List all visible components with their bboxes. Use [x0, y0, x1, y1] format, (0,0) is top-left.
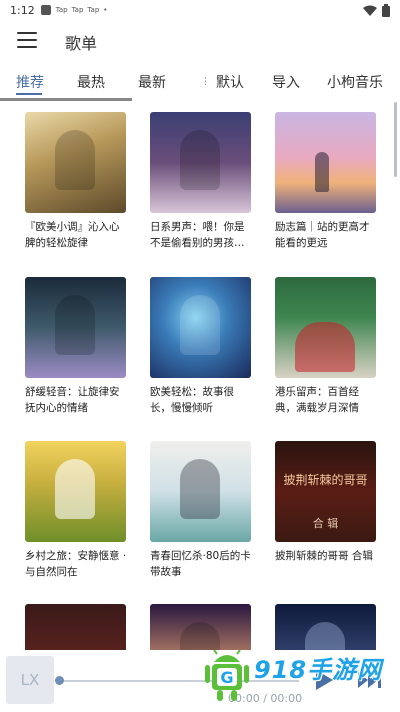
playlist-card[interactable]: 乡村之旅：安静惬意 · 与自然同在	[25, 441, 129, 580]
status-time: 1:12	[10, 3, 35, 17]
playlist-cover	[25, 112, 126, 213]
playlist-title: 励志篇｜站的更高才能看的更远	[275, 221, 370, 249]
playlist-cover	[150, 441, 251, 542]
playlist-card[interactable]: 披荆斩棘的哥哥 合 辑 披荆斩棘的哥哥 合辑	[275, 441, 379, 580]
app-notification-icon	[40, 5, 51, 15]
playlist-cover	[275, 277, 376, 378]
playlist-title: 欧美轻松：故事很长，慢慢倾听	[150, 386, 234, 414]
tab-divider: ⋮	[201, 77, 210, 87]
tab-source[interactable]: 小枸音乐	[327, 72, 383, 92]
playlist-card[interactable]: 青春回忆杀·80后的卡带故事	[150, 441, 254, 580]
playlist-card[interactable]: 『欧美小调』沁入心脾的轻松旋律	[25, 112, 129, 251]
playlist-card[interactable]: 港乐留声：百首经典，满载岁月深情	[275, 277, 379, 416]
playlist-cover	[25, 277, 126, 378]
playlist-card[interactable]: 日系男声：喂！你是不是偷看别的男孩…	[150, 112, 254, 251]
progress-handle[interactable]	[55, 676, 64, 685]
cover-title-text: 披荆斩棘的哥哥	[283, 473, 368, 487]
tab-scroll-indicator	[0, 98, 132, 101]
status-notification: Tap	[71, 6, 84, 14]
playlist-cover: 披荆斩棘的哥哥 合 辑	[275, 441, 376, 542]
playlist-cover	[275, 112, 376, 213]
playlist-title: 青春回忆杀·80后的卡带故事	[150, 550, 251, 578]
tab-import[interactable]: 导入	[272, 72, 300, 92]
progress-bar[interactable]	[59, 680, 299, 682]
status-notification: Tap	[55, 6, 68, 14]
tab-recommend[interactable]: 推荐	[16, 72, 44, 92]
playlist-title: 『欧美小调』沁入心脾的轻松旋律	[25, 221, 120, 249]
playlist-card[interactable]: 励志篇｜站的更高才能看的更远	[275, 112, 379, 251]
cover-subtitle-text: 合 辑	[312, 517, 339, 530]
tab-hot[interactable]: 最热	[77, 72, 105, 92]
tab-latest[interactable]: 最新	[138, 72, 166, 92]
playlist-title: 乡村之旅：安静惬意 · 与自然同在	[25, 550, 127, 578]
playlist-card[interactable]: 舒缓轻音：让旋律安抚内心的情绪	[25, 277, 129, 416]
status-notification: Tap	[87, 6, 100, 14]
skip-next-icon[interactable]	[356, 671, 382, 689]
play-icon[interactable]	[311, 668, 335, 692]
scrollbar[interactable]	[394, 102, 397, 177]
app-header: 歌单	[0, 22, 400, 62]
page-title: 歌单	[65, 34, 98, 53]
wifi-icon	[363, 5, 377, 16]
player-album-art[interactable]: LX	[6, 656, 54, 704]
battery-icon	[382, 4, 390, 17]
status-icons	[363, 4, 390, 17]
playlist-title: 披荆斩棘的哥哥 合辑	[275, 550, 373, 562]
playlist-cover	[25, 441, 126, 542]
hamburger-menu-icon[interactable]	[17, 32, 37, 50]
status-bar: 1:12 Tap Tap Tap •	[0, 0, 400, 20]
mini-player: LX 00:00 / 00:00	[0, 650, 400, 712]
playlist-title: 舒缓轻音：让旋律安抚内心的情绪	[25, 386, 120, 414]
playlist-cover	[150, 112, 251, 213]
playlist-cover	[150, 277, 251, 378]
tab-bar: 推荐 最热 最新 ⋮ 默认 导入 小枸音乐	[0, 68, 400, 100]
playlist-title: 港乐留声：百首经典，满载岁月深情	[275, 386, 359, 414]
player-time: 00:00 / 00:00	[228, 692, 303, 705]
status-dot: •	[103, 6, 108, 14]
active-tab-indicator	[16, 93, 42, 95]
tab-default[interactable]: 默认	[216, 72, 244, 92]
playlist-card[interactable]: 欧美轻松：故事很长，慢慢倾听	[150, 277, 254, 416]
playlist-title: 日系男声：喂！你是不是偷看别的男孩…	[150, 221, 245, 249]
